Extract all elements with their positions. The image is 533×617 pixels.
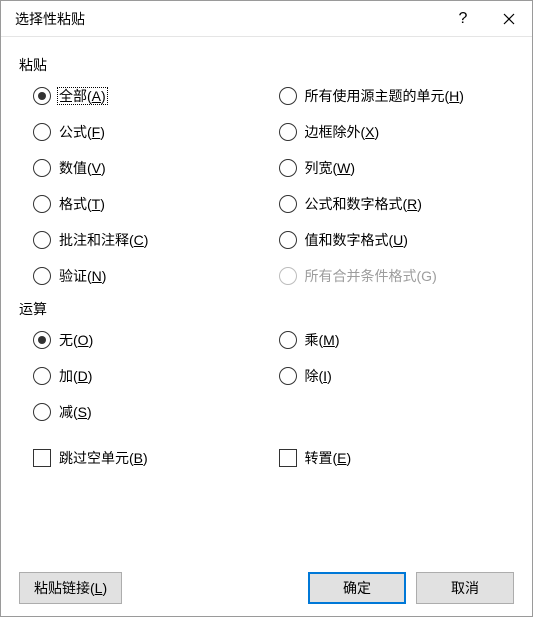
- radio-icon: [279, 87, 297, 105]
- radio-icon: [279, 159, 297, 177]
- paste-group: 粘贴 全部(A) 所有使用源主题的单元(H) 公式(F) 边框除外(X): [19, 51, 514, 287]
- paste-formulas-radio[interactable]: 公式(F): [33, 121, 269, 143]
- help-button[interactable]: ?: [440, 1, 486, 37]
- checkbox-label: 跳过空单元(B): [59, 451, 148, 465]
- operation-group: 运算 无(O) 乘(M) 加(D) 除(I): [19, 295, 514, 423]
- radio-icon: [279, 231, 297, 249]
- radio-label: 值和数字格式(U): [305, 233, 408, 247]
- operation-group-label: 运算: [19, 299, 514, 319]
- radio-label: 乘(M): [305, 333, 340, 347]
- op-subtract-radio[interactable]: 减(S): [33, 401, 269, 423]
- checkbox-row: 跳过空单元(B) 转置(E): [19, 449, 514, 467]
- paste-values-numfmt-radio[interactable]: 值和数字格式(U): [279, 229, 515, 251]
- operation-options: 无(O) 乘(M) 加(D) 除(I) 减(S): [19, 329, 514, 423]
- radio-icon: [33, 231, 51, 249]
- radio-icon: [279, 195, 297, 213]
- button-row: 粘贴链接(L) 确定 取消: [19, 572, 514, 604]
- radio-label: 全部(A): [59, 89, 106, 103]
- close-button[interactable]: [486, 1, 532, 37]
- radio-icon: [33, 87, 51, 105]
- radio-label: 加(D): [59, 369, 92, 383]
- paste-link-button[interactable]: 粘贴链接(L): [19, 572, 122, 604]
- radio-icon: [33, 331, 51, 349]
- checkbox-label: 转置(E): [305, 451, 352, 465]
- radio-icon: [33, 195, 51, 213]
- radio-label: 除(I): [305, 369, 332, 383]
- paste-formulas-numfmt-radio[interactable]: 公式和数字格式(R): [279, 193, 515, 215]
- paste-values-radio[interactable]: 数值(V): [33, 157, 269, 179]
- radio-icon: [33, 159, 51, 177]
- radio-label: 格式(T): [59, 197, 105, 211]
- radio-label: 所有使用源主题的单元(H): [305, 89, 464, 103]
- radio-label: 无(O): [59, 333, 93, 347]
- paste-comments-radio[interactable]: 批注和注释(C): [33, 229, 269, 251]
- transpose-checkbox[interactable]: 转置(E): [279, 449, 515, 467]
- paste-all-themed-radio[interactable]: 所有使用源主题的单元(H): [279, 85, 515, 107]
- paste-no-borders-radio[interactable]: 边框除外(X): [279, 121, 515, 143]
- cancel-button[interactable]: 取消: [416, 572, 514, 604]
- radio-label: 验证(N): [59, 269, 106, 283]
- dialog-title: 选择性粘贴: [15, 9, 440, 29]
- radio-label: 边框除外(X): [305, 125, 380, 139]
- skip-blanks-checkbox[interactable]: 跳过空单元(B): [33, 449, 269, 467]
- ok-button[interactable]: 确定: [308, 572, 406, 604]
- radio-icon: [279, 367, 297, 385]
- radio-label: 数值(V): [59, 161, 106, 175]
- paste-special-dialog: 选择性粘贴 ? 粘贴 全部(A) 所有使用源主题的单元(H) 公式(F): [0, 0, 533, 617]
- checkbox-icon: [33, 449, 51, 467]
- op-add-radio[interactable]: 加(D): [33, 365, 269, 387]
- radio-label: 公式(F): [59, 125, 105, 139]
- radio-icon: [33, 403, 51, 421]
- paste-group-label: 粘贴: [19, 55, 514, 75]
- radio-icon: [279, 331, 297, 349]
- radio-icon: [33, 267, 51, 285]
- radio-label: 批注和注释(C): [59, 233, 148, 247]
- titlebar: 选择性粘贴 ?: [1, 1, 532, 37]
- paste-validation-radio[interactable]: 验证(N): [33, 265, 269, 287]
- radio-icon: [279, 267, 297, 285]
- radio-label: 减(S): [59, 405, 92, 419]
- radio-icon: [279, 123, 297, 141]
- op-multiply-radio[interactable]: 乘(M): [279, 329, 515, 351]
- radio-label: 所有合并条件格式(G): [305, 269, 437, 283]
- paste-all-merge-cond-radio: 所有合并条件格式(G): [279, 265, 515, 287]
- paste-options: 全部(A) 所有使用源主题的单元(H) 公式(F) 边框除外(X) 数值(V): [19, 85, 514, 287]
- dialog-body: 粘贴 全部(A) 所有使用源主题的单元(H) 公式(F) 边框除外(X): [1, 37, 532, 616]
- checkbox-icon: [279, 449, 297, 467]
- radio-icon: [33, 367, 51, 385]
- paste-all-radio[interactable]: 全部(A): [33, 85, 269, 107]
- paste-formats-radio[interactable]: 格式(T): [33, 193, 269, 215]
- radio-label: 公式和数字格式(R): [305, 197, 422, 211]
- radio-icon: [33, 123, 51, 141]
- radio-label: 列宽(W): [305, 161, 356, 175]
- op-none-radio[interactable]: 无(O): [33, 329, 269, 351]
- paste-col-widths-radio[interactable]: 列宽(W): [279, 157, 515, 179]
- close-icon: [503, 13, 515, 25]
- op-divide-radio[interactable]: 除(I): [279, 365, 515, 387]
